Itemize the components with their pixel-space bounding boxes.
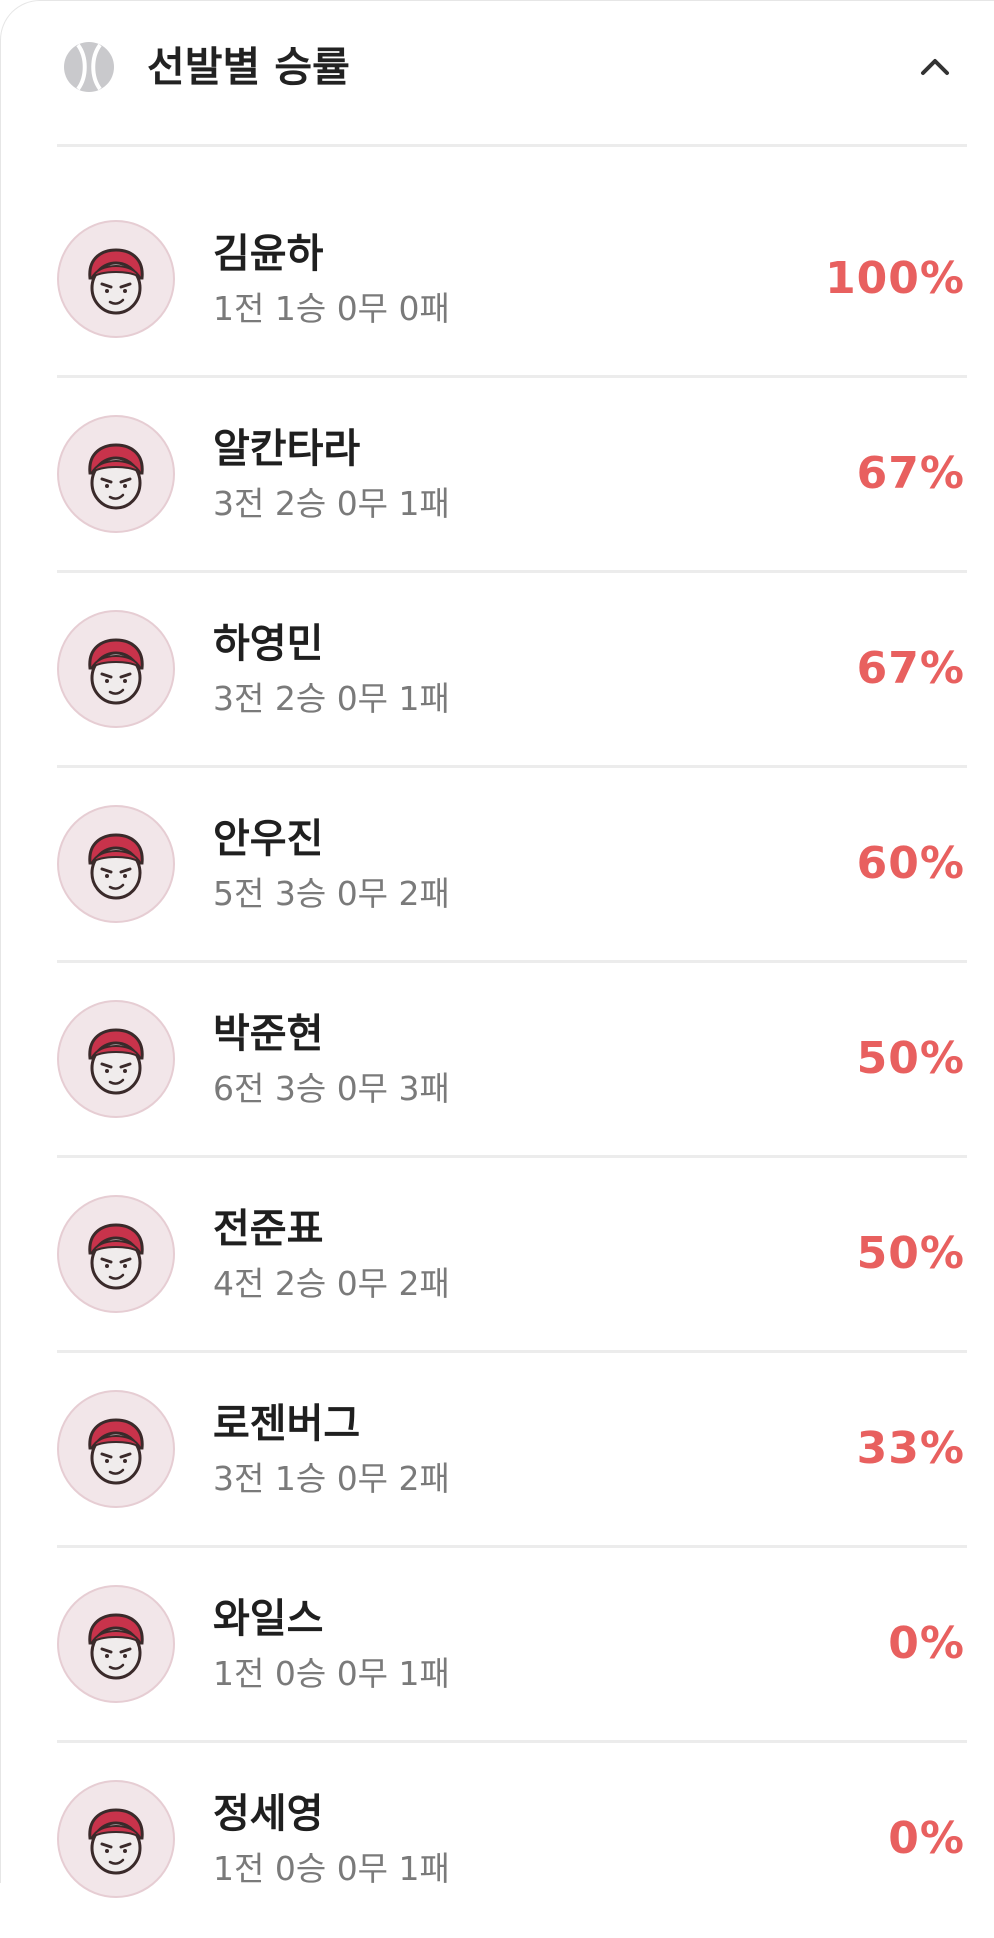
pitcher-row[interactable]: 하영민 3전 2승 0무 1패 67% (57, 573, 967, 768)
pitcher-face-icon (88, 1613, 144, 1680)
win-rate-by-starter-card: 선발별 승률 김윤하 1전 1승 0무 0패 100% 알칸타라 3전 2승 0… (0, 0, 994, 1898)
pitcher-record: 5전 3승 0무 2패 (213, 874, 450, 913)
pitcher-name: 하영민 (213, 621, 324, 667)
pitcher-record: 3전 1승 0무 2패 (213, 1459, 450, 1498)
pitcher-face-icon (88, 1418, 144, 1485)
avatar (57, 1000, 175, 1118)
pitcher-record: 1전 0승 0무 1패 (213, 1654, 450, 1693)
pitcher-face-icon (88, 1223, 144, 1290)
pitcher-row[interactable]: 로젠버그 3전 1승 0무 2패 33% (57, 1353, 967, 1548)
chevron-up-icon[interactable] (915, 47, 955, 87)
pitcher-face-icon (88, 443, 144, 510)
pitcher-face-icon (88, 833, 144, 900)
avatar (57, 1780, 175, 1898)
pitcher-name: 정세영 (213, 1791, 324, 1837)
card-title: 선발별 승률 (147, 43, 350, 91)
pitcher-row[interactable]: 김윤하 1전 1승 0무 0패 100% (57, 183, 967, 378)
pitcher-row[interactable]: 와일스 1전 0승 0무 1패 0% (57, 1548, 967, 1743)
avatar (57, 1390, 175, 1508)
win-rate: 67% (856, 643, 965, 694)
win-rate: 67% (856, 448, 965, 499)
baseball-icon (63, 41, 115, 93)
pitcher-record: 3전 2승 0무 1패 (213, 484, 450, 523)
pitcher-record: 3전 2승 0무 1패 (213, 679, 450, 718)
win-rate: 60% (856, 838, 965, 889)
avatar (57, 1195, 175, 1313)
win-rate: 100% (825, 253, 965, 304)
avatar (57, 805, 175, 923)
pitcher-row[interactable]: 박준현 6전 3승 0무 3패 50% (57, 963, 967, 1158)
pitcher-name: 안우진 (213, 816, 324, 862)
card-header[interactable]: 선발별 승률 (57, 1, 967, 147)
pitcher-face-icon (88, 248, 144, 315)
pitcher-name: 로젠버그 (213, 1401, 361, 1447)
pitcher-face-icon (88, 1808, 144, 1875)
pitcher-row[interactable]: 정세영 1전 0승 0무 1패 0% (57, 1743, 967, 1938)
pitcher-name: 박준현 (213, 1011, 324, 1057)
pitcher-face-icon (88, 1028, 144, 1095)
pitcher-record: 4전 2승 0무 2패 (213, 1264, 450, 1303)
win-rate: 50% (856, 1228, 965, 1279)
pitcher-row[interactable]: 전준표 4전 2승 0무 2패 50% (57, 1158, 967, 1353)
avatar (57, 220, 175, 338)
avatar (57, 415, 175, 533)
pitcher-face-icon (88, 638, 144, 705)
pitcher-record: 6전 3승 0무 3패 (213, 1069, 450, 1108)
pitcher-record: 1전 0승 0무 1패 (213, 1849, 450, 1888)
avatar (57, 1585, 175, 1703)
pitcher-name: 와일스 (213, 1596, 324, 1642)
pitcher-name: 알칸타라 (213, 426, 361, 472)
win-rate: 0% (888, 1618, 965, 1669)
win-rate: 0% (888, 1813, 965, 1864)
pitcher-name: 전준표 (213, 1206, 324, 1252)
pitcher-record: 1전 1승 0무 0패 (213, 289, 450, 328)
pitcher-list: 김윤하 1전 1승 0무 0패 100% 알칸타라 3전 2승 0무 1패 67… (57, 183, 967, 1938)
pitcher-row[interactable]: 알칸타라 3전 2승 0무 1패 67% (57, 378, 967, 573)
avatar (57, 610, 175, 728)
win-rate: 33% (856, 1423, 965, 1474)
win-rate: 50% (856, 1033, 965, 1084)
pitcher-name: 김윤하 (213, 231, 324, 277)
pitcher-row[interactable]: 안우진 5전 3승 0무 2패 60% (57, 768, 967, 963)
